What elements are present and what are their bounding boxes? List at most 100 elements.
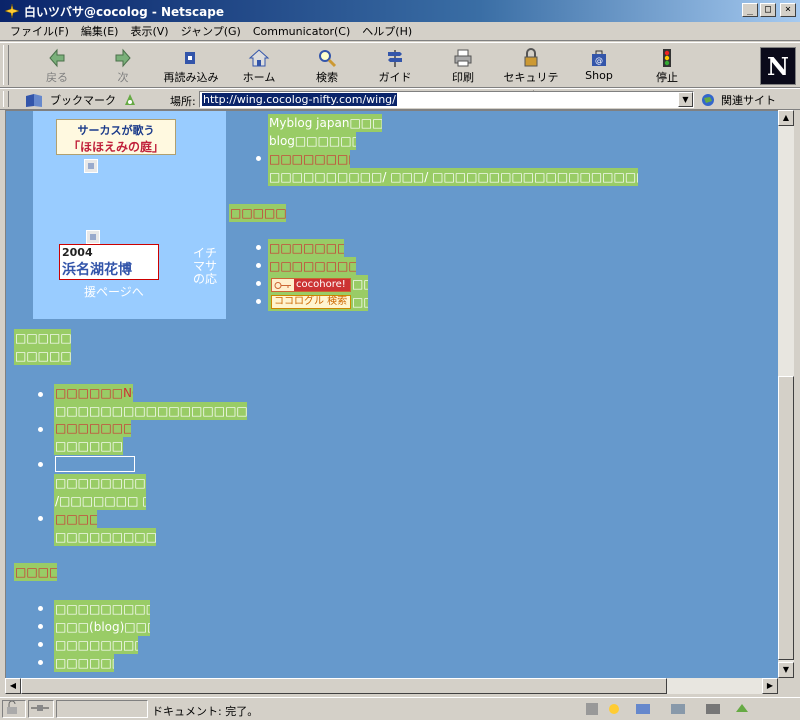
menu-communicator[interactable]: Communicator(C) <box>247 25 356 38</box>
security-status-cell[interactable] <box>2 700 26 718</box>
window-title: 白いツバサ@cocolog - Netscape <box>24 4 224 19</box>
circus-banner-line2: 「ほほえみの庭」 <box>67 140 164 154</box>
page-content: サーカスが歌う 「ほほえみの庭」 2004 浜名湖花博 イチ マサ の応 援ペー… <box>5 110 778 678</box>
cocohore-banner[interactable]: cocohore! <box>271 278 351 292</box>
item-2-link[interactable]: □□□□□□□□□□□ <box>54 419 131 437</box>
circus-banner[interactable]: サーカスが歌う 「ほほえみの庭」 <box>56 119 176 155</box>
navigation-toolbar: 戻る 次 再読み込み ホーム 検索 ガイド 印刷 セキュリティ @ Shop 停… <box>0 42 800 100</box>
horizontal-scrollbar[interactable]: ◀ ▶ <box>5 678 778 694</box>
scroll-up-button[interactable]: ▲ <box>778 110 794 126</box>
side-link-4[interactable]: 援ページへ <box>84 283 144 300</box>
url-dropdown-button[interactable]: ▼ <box>678 92 693 107</box>
bullet <box>256 281 261 286</box>
bottom-list-1[interactable]: □□□□□□□□□□□□□ <box>54 600 150 618</box>
bottom-list-2[interactable]: □□□(blog)□□□□□ <box>54 618 150 636</box>
related-sites-button[interactable]: 関連サイト <box>700 92 776 108</box>
close-button[interactable]: × <box>780 3 796 17</box>
right-list-4-text: □□ <box>352 295 368 309</box>
bullet <box>38 624 43 629</box>
location-label: 場所: <box>170 95 196 108</box>
bullet <box>256 156 261 161</box>
connection-status-cell <box>28 700 54 718</box>
svg-text:@: @ <box>595 56 603 65</box>
home-button[interactable]: ホーム <box>228 46 290 86</box>
connection-plug-icon <box>31 705 49 711</box>
broken-image-icon <box>84 159 98 173</box>
cocologle-search-banner[interactable]: ココログル 検索 <box>271 295 351 309</box>
right-heading: □□□□□□□□ <box>229 204 286 222</box>
location-bar: ブックマーク 場所: http://wing.cocolog-nifty.com… <box>0 88 800 110</box>
reload-button[interactable]: 再読み込み <box>160 46 222 86</box>
bullet <box>256 245 261 250</box>
hanahaku-banner[interactable]: 2004 浜名湖花博 <box>59 244 159 280</box>
component-bar-icons[interactable] <box>586 702 776 716</box>
vertical-scroll-thumb[interactable] <box>778 376 794 660</box>
bullet <box>256 299 261 304</box>
item-now-link[interactable]: □□□□□□NOW□ <box>54 384 133 402</box>
item-4-sub: □□□□□□□□□U.Y□ <box>54 528 156 546</box>
search-button[interactable]: 検索 <box>296 46 358 86</box>
scroll-down-button[interactable]: ▼ <box>778 662 794 678</box>
item-3-sub-1: □□□□□□□□□□□□□ <box>54 474 146 492</box>
netscape-n-icon: N <box>761 48 795 84</box>
print-button[interactable]: 印刷 <box>432 46 494 86</box>
left-heading-1: □□□□□□□□ <box>14 329 71 347</box>
right-item-1-link[interactable]: □□□□□□□□□□□ <box>268 150 350 168</box>
svg-text:N: N <box>767 52 789 81</box>
bullet <box>38 392 43 397</box>
url-text: http://wing.cocolog-nifty.com/wing/ <box>202 93 397 106</box>
bullet <box>38 642 43 647</box>
menu-view[interactable]: 表示(V) <box>124 23 174 39</box>
item-4-link[interactable]: □□□□□□ <box>54 510 97 528</box>
title-bar: 白いツバサ@cocolog - Netscape _ □ × <box>0 0 800 22</box>
minimize-button[interactable]: _ <box>742 3 758 17</box>
empty-link-box[interactable] <box>55 456 135 472</box>
item-now-sub: □□□□□□□□□□□□□□□□□□□□□□□□□□□ <box>54 402 247 420</box>
netscape-logo[interactable]: N <box>760 47 796 85</box>
menu-help[interactable]: ヘルプ(H) <box>356 23 418 39</box>
shop-button[interactable]: @ Shop <box>568 46 630 86</box>
menu-go[interactable]: ジャンプ(G) <box>175 23 247 39</box>
security-lock-icon <box>7 700 17 714</box>
right-item-1-sub: □□□□□□□□□□/ □□□/ □□□□□□□□□□□□□□□□□□□□□□□… <box>268 168 638 186</box>
status-bar: ドキュメント: 完了。 <box>0 697 800 720</box>
home-icon <box>248 49 270 67</box>
item-3-sub-2: /□□□□□□□ □□□□ <box>54 492 146 510</box>
url-field[interactable]: http://wing.cocolog-nifty.com/wing/ ▼ <box>199 91 694 108</box>
bottom-list-3[interactable]: □□□□□□□□□□□□ <box>54 636 138 654</box>
broken-image-icon-2 <box>86 230 100 244</box>
right-list-1[interactable]: □□□□□□□□□□ <box>268 239 344 257</box>
toolbar-grip[interactable] <box>3 45 9 85</box>
page-proxy-icon[interactable] <box>122 92 138 108</box>
side-link-3[interactable]: の応 <box>193 270 217 287</box>
horizontal-scroll-thumb[interactable] <box>21 678 667 694</box>
related-sites-label: 関連サイト <box>721 94 776 107</box>
bullet <box>38 606 43 611</box>
vertical-scrollbar[interactable]: ▲ ▼ <box>778 110 794 678</box>
bullet <box>38 516 43 521</box>
guide-button[interactable]: ガイド <box>364 46 426 86</box>
back-button[interactable]: 戻る <box>26 46 88 86</box>
forward-button[interactable]: 次 <box>92 46 154 86</box>
netscape-window-icon <box>4 3 20 19</box>
right-line-2: blog□□□□□□□□ <box>268 132 356 150</box>
guide-signpost-icon <box>388 50 402 67</box>
bookmarks-button[interactable]: ブックマーク <box>24 92 116 108</box>
bottom-list-4[interactable]: □□□□□□□□ <box>54 654 114 672</box>
menu-edit[interactable]: 編集(E) <box>75 23 125 39</box>
back-arrow-icon <box>49 48 65 68</box>
cocohore-label: cocohore! <box>294 279 350 291</box>
security-button[interactable]: セキュリティ <box>500 46 562 100</box>
maximize-button[interactable]: □ <box>760 3 776 17</box>
scroll-left-button[interactable]: ◀ <box>5 678 21 694</box>
right-list-2[interactable]: □□□□□□□□□□□ <box>268 257 356 275</box>
circus-banner-line1: サーカスが歌う <box>77 124 155 137</box>
reload-icon <box>185 52 195 64</box>
menu-file[interactable]: ファイル(F) <box>4 23 75 39</box>
scroll-corner <box>778 678 794 694</box>
scroll-right-button[interactable]: ▶ <box>762 678 778 694</box>
location-grip[interactable] <box>3 91 9 107</box>
stop-button[interactable]: 停止 <box>636 46 698 86</box>
hanahaku-year: 2004 <box>62 246 93 259</box>
shopping-bag-icon: @ <box>592 50 606 66</box>
